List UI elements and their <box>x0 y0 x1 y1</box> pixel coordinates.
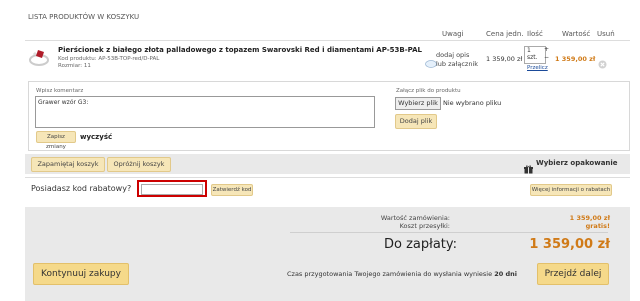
discount-top-divider <box>25 177 630 178</box>
summary-divider <box>290 232 608 233</box>
no-file-text: Nie wybrano pliku <box>443 99 502 107</box>
shipping-label: Koszt przesyłki: <box>399 222 450 230</box>
discount-input-highlight <box>137 180 207 197</box>
unit-price: 1 359,00 zł <box>486 55 523 63</box>
checkout-button[interactable]: Przejdź dalej <box>537 263 609 285</box>
comment-textarea[interactable]: Grawer wzór G3: <box>35 96 375 128</box>
clear-comment-link[interactable]: wyczyść <box>80 133 112 141</box>
plus-icon[interactable]: + <box>544 46 549 54</box>
col-qty: Ilość <box>527 30 543 38</box>
order-value-label: Wartość zamówienia: <box>380 214 450 222</box>
col-price: Cena jedn. <box>486 30 524 38</box>
attachment-label: Załącz plik do produktu <box>396 88 461 94</box>
choose-file-button[interactable]: Wybierz plik <box>395 97 441 110</box>
gift-icon <box>524 159 533 174</box>
add-note-label: dodaj opis <box>436 51 470 59</box>
add-note-link[interactable]: dodaj opis lub załącznik <box>436 51 478 69</box>
discount-info-button[interactable]: Więcej informacji o rabatach <box>530 184 612 196</box>
product-code: Kod produktu: AP-53B-TOP-red/D-PAL <box>58 56 160 62</box>
col-value: Wartość <box>562 30 591 38</box>
to-pay-value: 1 359,00 zł <box>529 237 610 252</box>
quantity-value: 1 <box>527 47 531 54</box>
close-icon[interactable] <box>598 54 607 69</box>
empty-cart-button[interactable]: Opróżnij koszyk <box>107 157 171 172</box>
col-delete: Usuń <box>597 30 615 38</box>
product-size: Rozmiar: 11 <box>58 63 91 69</box>
comment-label: Wpisz komentarz <box>36 88 84 94</box>
add-attachment-label: lub załącznik <box>436 60 479 68</box>
prep-time-days: 20 dni <box>494 270 518 278</box>
quantity-unit: szt. <box>527 54 538 61</box>
prep-time-prefix: Czas przygotowania Twojego zamówienia do… <box>287 270 493 278</box>
order-value: 1 359,00 zł <box>569 214 610 222</box>
header-divider <box>25 40 630 41</box>
discount-code-input[interactable] <box>141 184 203 195</box>
cart-title: LISTA PRODUKTÓW W KOSZYKU <box>28 13 140 21</box>
remember-cart-button[interactable]: Zapamiętaj koszyk <box>31 157 105 172</box>
quantity-input[interactable]: 1 szt. <box>524 46 546 64</box>
discount-question: Posiadasz kod rabatowy? <box>31 184 132 193</box>
add-file-button[interactable]: Dodaj plik <box>395 114 437 129</box>
continue-shopping-button[interactable]: Kontynuuj zakupy <box>33 263 129 285</box>
minus-icon[interactable]: − <box>544 54 549 62</box>
save-comment-button[interactable]: Zapisz zmiany <box>36 131 76 150</box>
prep-time-text: Czas przygotowania Twojego zamówienia do… <box>287 270 517 278</box>
gift-wrap-link[interactable]: Wybierz opakowanie <box>536 159 618 167</box>
product-thumbnail[interactable] <box>28 46 52 68</box>
line-total: 1 359,00 zł <box>555 55 596 63</box>
product-name[interactable]: Pierścionek z białego złota palladowego … <box>58 46 422 54</box>
to-pay-label: Do zapłaty: <box>384 237 458 252</box>
recalculate-link[interactable]: Przelicz <box>527 65 548 71</box>
col-uwagi: Uwagi <box>442 30 464 38</box>
quantity-stepper[interactable]: + − <box>544 46 549 62</box>
apply-code-button[interactable]: Zatwierdź kod <box>211 184 253 196</box>
shipping-value: gratis! <box>585 222 610 230</box>
